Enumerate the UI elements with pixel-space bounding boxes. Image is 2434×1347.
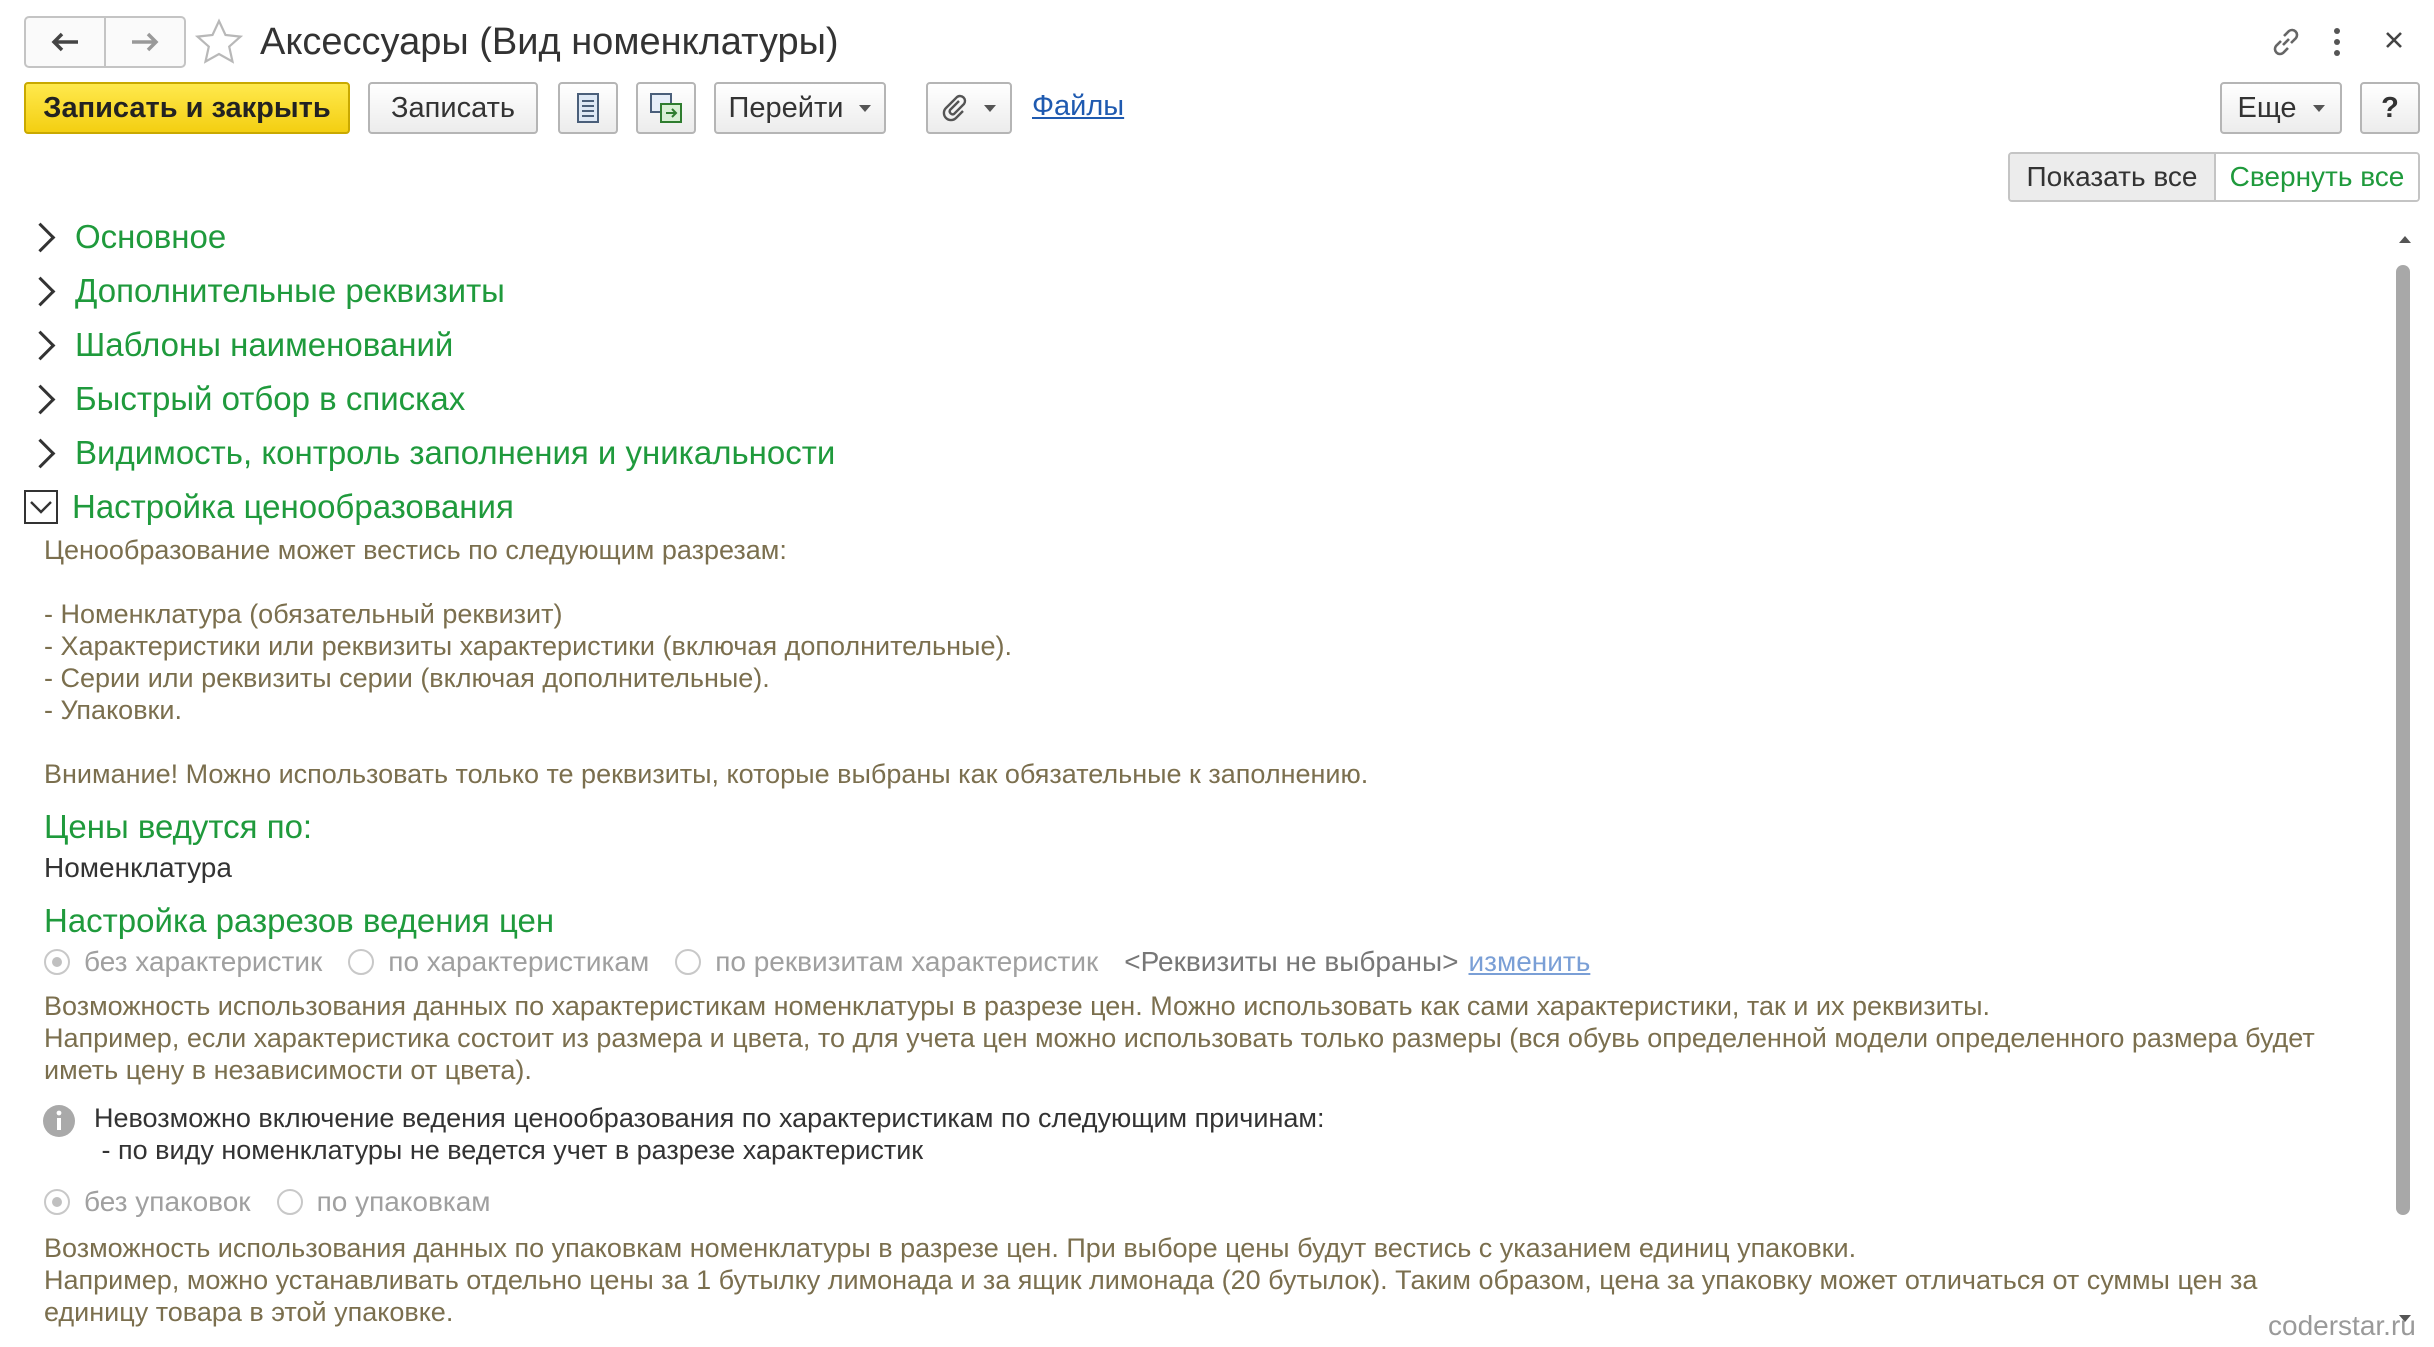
create-based-on-icon bbox=[650, 93, 682, 123]
pricing-intro-line: - Номенклатура (обязательный реквизит) bbox=[44, 599, 563, 629]
section-main[interactable]: Основное bbox=[25, 218, 226, 256]
page-title: Аксессуары (Вид номенклатуры) bbox=[260, 21, 839, 63]
paperclip-icon bbox=[942, 94, 967, 122]
radio-selected-dot bbox=[52, 957, 62, 967]
attachment-button[interactable] bbox=[926, 82, 1012, 134]
goto-menu-button[interactable]: Перейти bbox=[714, 82, 886, 134]
packages-radio-group: без упаковок по упаковкам bbox=[44, 1186, 517, 1218]
section-pricing-settings[interactable]: Настройка ценообразования bbox=[24, 488, 514, 526]
navigation-buttons bbox=[24, 16, 186, 68]
info-message-line: Невозможно включение ведения ценообразов… bbox=[94, 1103, 1325, 1133]
arrow-right-icon bbox=[132, 32, 159, 52]
watermark: coderstar.ru bbox=[2268, 1310, 2416, 1341]
packages-description-line: Например, можно устанавливать отдельно ц… bbox=[44, 1265, 2258, 1295]
close-icon[interactable] bbox=[2382, 28, 2406, 52]
forward-button[interactable] bbox=[104, 18, 184, 66]
radio-without-characteristics[interactable] bbox=[44, 949, 70, 975]
requisites-not-selected-text: <Реквизиты не выбраны> bbox=[1124, 946, 1459, 977]
help-button[interactable]: ? bbox=[2360, 82, 2420, 134]
radio-by-packages[interactable] bbox=[276, 1189, 303, 1215]
expand-collapse-group: Показать все Свернуть все bbox=[2008, 152, 2420, 202]
characteristics-description-line: иметь цену в независимости от цвета). bbox=[44, 1055, 532, 1085]
more-button[interactable]: Еще bbox=[2220, 82, 2342, 134]
star-favorite-icon[interactable] bbox=[194, 18, 244, 66]
characteristics-radio-group: без характеристик по характеристикам по … bbox=[44, 946, 1590, 978]
pricing-warning-line: Внимание! Можно использовать только те р… bbox=[44, 759, 1369, 789]
save-button[interactable]: Записать bbox=[368, 82, 538, 134]
section-quick-filter[interactable]: Быстрый отбор в списках bbox=[25, 380, 465, 418]
radio-by-characteristic-requisites[interactable] bbox=[675, 949, 702, 975]
files-link[interactable]: Файлы bbox=[1032, 90, 1124, 123]
characteristics-description-line: Возможность использования данных по хара… bbox=[44, 991, 1990, 1021]
dropdown-caret-icon bbox=[2312, 104, 2325, 112]
section-name-templates[interactable]: Шаблоны наименований bbox=[25, 326, 453, 364]
back-button[interactable] bbox=[26, 18, 104, 66]
prices-by-value: Номенклатура bbox=[44, 852, 232, 883]
create-based-on-button[interactable] bbox=[636, 82, 696, 134]
packages-description-line: единицу товара в этой упаковке. bbox=[44, 1297, 454, 1327]
chevron-right-icon bbox=[25, 438, 56, 468]
scroll-up-arrow-icon[interactable] bbox=[2396, 232, 2414, 246]
chevron-right-icon bbox=[25, 330, 56, 360]
chevron-right-icon bbox=[25, 276, 56, 306]
chevron-right-icon bbox=[25, 384, 56, 414]
change-requisites-link[interactable]: изменить bbox=[1469, 946, 1591, 978]
report-button[interactable] bbox=[558, 82, 618, 134]
show-all-button[interactable]: Показать все bbox=[2010, 154, 2216, 200]
chevron-right-icon bbox=[25, 222, 56, 252]
collapse-all-button[interactable]: Свернуть все bbox=[2216, 154, 2418, 200]
section-visibility-control[interactable]: Видимость, контроль заполнения и уникаль… bbox=[25, 434, 835, 472]
more-vertical-icon[interactable] bbox=[2330, 24, 2344, 60]
prices-by-label: Цены ведутся по: bbox=[44, 808, 313, 845]
price-cuts-heading: Настройка разрезов ведения цен bbox=[44, 902, 555, 939]
document-list-icon bbox=[577, 93, 599, 123]
dropdown-caret-icon bbox=[984, 104, 996, 112]
pricing-intro-line: Ценообразование может вестись по следующ… bbox=[44, 535, 787, 565]
pricing-intro-line: - Характеристики или реквизиты характери… bbox=[44, 631, 1012, 661]
characteristics-description-line: Например, если характеристика состоит из… bbox=[44, 1023, 2315, 1053]
link-icon[interactable] bbox=[2268, 24, 2304, 60]
radio-without-packages[interactable] bbox=[44, 1189, 70, 1215]
radio-selected-dot bbox=[52, 1197, 62, 1207]
radio-by-characteristics[interactable] bbox=[348, 949, 375, 975]
info-icon bbox=[43, 1105, 75, 1137]
pricing-intro-line: - Серии или реквизиты серии (включая доп… bbox=[44, 663, 770, 693]
dropdown-caret-icon bbox=[859, 104, 872, 112]
pricing-intro-line: - Упаковки. bbox=[44, 695, 182, 725]
section-additional-requisites[interactable]: Дополнительные реквизиты bbox=[25, 272, 505, 310]
packages-description-line: Возможность использования данных по упак… bbox=[44, 1233, 1857, 1263]
arrow-left-icon bbox=[51, 32, 78, 52]
chevron-down-icon bbox=[24, 490, 58, 524]
scrollbar-thumb[interactable] bbox=[2396, 265, 2410, 1215]
save-and-close-button[interactable]: Записать и закрыть bbox=[24, 82, 350, 134]
info-message-line: - по виду номенклатуры не ведется учет в… bbox=[94, 1135, 924, 1165]
